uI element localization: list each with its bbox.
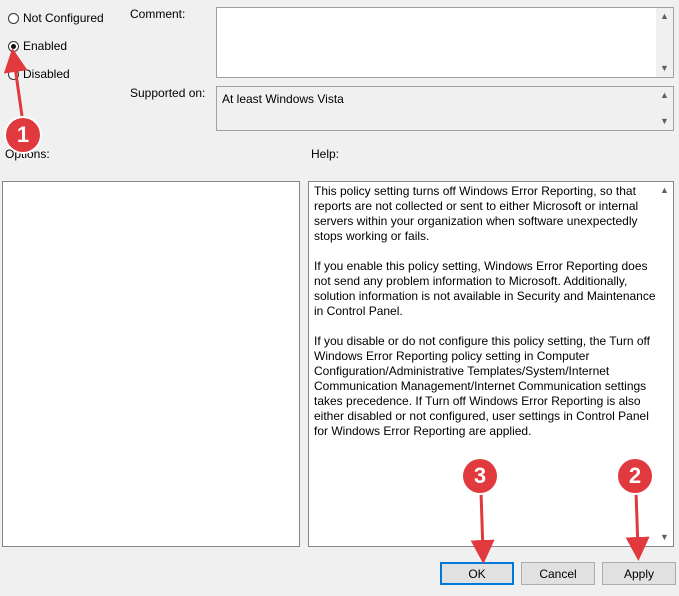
annotation-arrows <box>3 48 650 564</box>
arrow-step2-icon <box>625 491 650 561</box>
arrow-step1-icon <box>3 48 28 117</box>
step-1-badge: 1 <box>6 118 40 152</box>
arrow-step3-icon <box>470 491 495 564</box>
step-2-badge: 2 <box>618 459 652 493</box>
step-3-badge: 3 <box>463 459 497 493</box>
